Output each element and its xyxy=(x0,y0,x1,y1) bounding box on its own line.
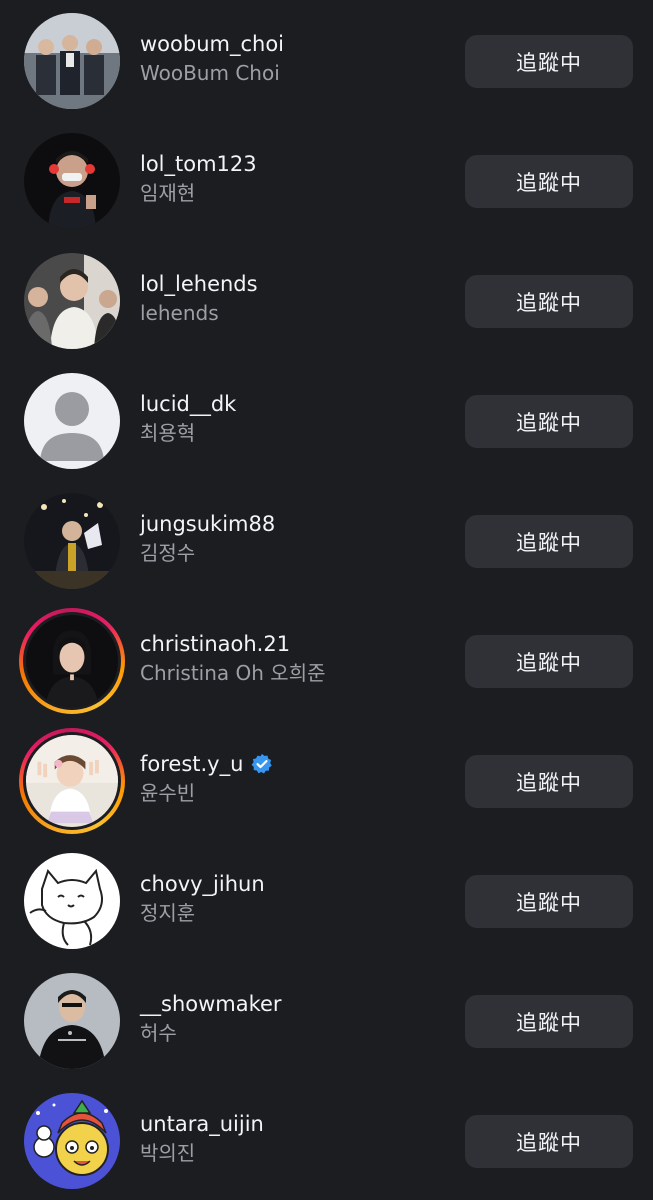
avatar-drawing-cat-cartoon xyxy=(24,853,120,949)
list-item[interactable]: christinaoh.21 Christina Oh 오희준 追蹤中 xyxy=(0,600,653,720)
avatar-photo-masked-player xyxy=(24,133,120,229)
following-button[interactable]: 追蹤中 xyxy=(465,1115,633,1168)
avatar-photo-group-suits xyxy=(24,13,120,109)
avatar-photo-woman-portrait xyxy=(26,615,118,707)
username[interactable]: __showmaker xyxy=(140,990,450,1018)
account-names: jungsukim88 김정수 xyxy=(140,510,450,568)
username[interactable]: lol_tom123 xyxy=(140,150,450,178)
avatar-photo-stage-trophy xyxy=(24,493,120,589)
username[interactable]: chovy_jihun xyxy=(140,870,450,898)
account-names: lol_tom123 임재현 xyxy=(140,150,450,208)
avatar[interactable] xyxy=(24,133,120,229)
account-names: woobum_choi WooBum Choi xyxy=(140,30,450,88)
default-profile-icon xyxy=(24,373,120,469)
account-names: christinaoh.21 Christina Oh 오희준 xyxy=(140,630,450,688)
username[interactable]: untara_uijin xyxy=(140,1110,450,1138)
following-list: woobum_choi WooBum Choi 追蹤中 lol_tom123 임… xyxy=(0,0,653,1200)
full-name: 임재현 xyxy=(140,181,196,205)
avatar[interactable] xyxy=(24,1093,120,1189)
list-item[interactable]: woobum_choi WooBum Choi 追蹤中 xyxy=(0,0,653,120)
list-item[interactable]: forest.y_u 윤수빈 追蹤中 xyxy=(0,720,653,840)
avatar[interactable] xyxy=(24,373,120,469)
following-button[interactable]: 追蹤中 xyxy=(465,635,633,688)
list-item[interactable]: lol_tom123 임재현 追蹤中 xyxy=(0,120,653,240)
following-button[interactable]: 追蹤中 xyxy=(465,875,633,928)
username[interactable]: woobum_choi xyxy=(140,30,450,58)
username[interactable]: lucid__dk xyxy=(140,390,450,418)
full-name: 정지훈 xyxy=(140,901,196,925)
username[interactable]: forest.y_u xyxy=(140,750,450,778)
list-item[interactable]: lucid__dk 최용혁 追蹤中 xyxy=(0,360,653,480)
avatar-story-ring[interactable] xyxy=(19,608,125,714)
account-names: __showmaker 허수 xyxy=(140,990,450,1048)
username[interactable]: christinaoh.21 xyxy=(140,630,450,658)
avatar-photo-child-peace-sign xyxy=(26,735,118,827)
account-names: untara_uijin 박의진 xyxy=(140,1110,450,1168)
username[interactable]: lol_lehends xyxy=(140,270,450,298)
avatar[interactable] xyxy=(24,13,120,109)
full-name: 박의진 xyxy=(140,1141,196,1165)
list-item[interactable]: jungsukim88 김정수 追蹤中 xyxy=(0,480,653,600)
full-name: 허수 xyxy=(140,1021,177,1045)
verified-badge-icon xyxy=(251,753,273,775)
account-names: lol_lehends lehends xyxy=(140,270,450,328)
avatar[interactable] xyxy=(24,853,120,949)
username[interactable]: jungsukim88 xyxy=(140,510,450,538)
following-button[interactable]: 追蹤中 xyxy=(465,755,633,808)
following-button[interactable]: 追蹤中 xyxy=(465,35,633,88)
following-button[interactable]: 追蹤中 xyxy=(465,515,633,568)
following-button[interactable]: 追蹤中 xyxy=(465,395,633,448)
following-button[interactable]: 追蹤中 xyxy=(465,995,633,1048)
account-names: forest.y_u 윤수빈 xyxy=(140,750,450,808)
avatar-photo-player-black-shirt xyxy=(24,973,120,1069)
account-names: chovy_jihun 정지훈 xyxy=(140,870,450,928)
list-item[interactable]: __showmaker 허수 追蹤中 xyxy=(0,960,653,1080)
avatar[interactable] xyxy=(24,973,120,1069)
avatar[interactable] xyxy=(24,493,120,589)
full-name: 김정수 xyxy=(140,541,196,565)
following-button[interactable]: 追蹤中 xyxy=(465,275,633,328)
following-button[interactable]: 追蹤中 xyxy=(465,155,633,208)
full-name: lehends xyxy=(140,301,219,325)
list-item[interactable]: lol_lehends lehends 追蹤中 xyxy=(0,240,653,360)
avatar-photo-players-seated xyxy=(24,253,120,349)
list-item[interactable]: chovy_jihun 정지훈 追蹤中 xyxy=(0,840,653,960)
avatar-drawing-cartoon-character xyxy=(24,1093,120,1189)
full-name: 최용혁 xyxy=(140,421,196,445)
full-name: Christina Oh 오희준 xyxy=(140,661,326,685)
avatar-story-ring[interactable] xyxy=(19,728,125,834)
avatar[interactable] xyxy=(24,253,120,349)
full-name: 윤수빈 xyxy=(140,781,196,805)
list-item[interactable]: untara_uijin 박의진 追蹤中 xyxy=(0,1080,653,1200)
account-names: lucid__dk 최용혁 xyxy=(140,390,450,448)
full-name: WooBum Choi xyxy=(140,61,280,85)
